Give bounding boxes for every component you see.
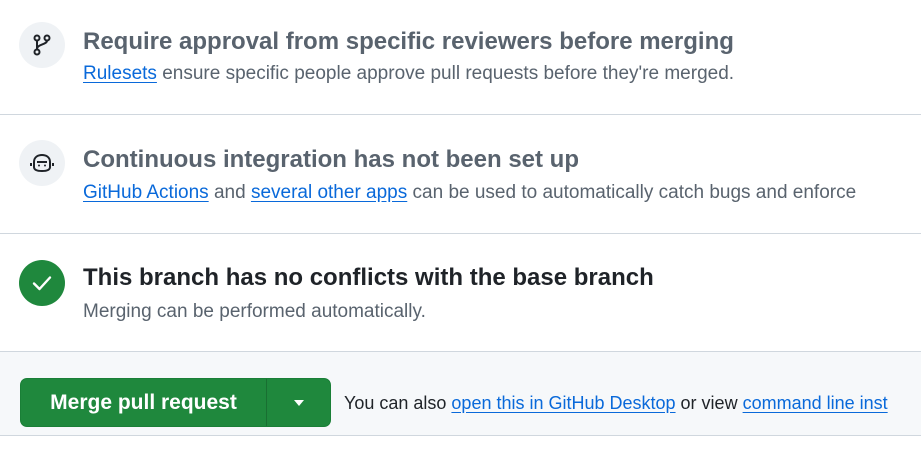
ci-description: GitHub Actions and several other apps ca… — [83, 181, 856, 205]
merge-pull-request-button[interactable]: Merge pull request — [21, 379, 266, 426]
ci-text: can be used to automatically catch bugs … — [407, 182, 857, 203]
rulesets-link[interactable]: Rulesets — [83, 63, 157, 84]
check-icon — [19, 260, 65, 306]
conflicts-description: Merging can be performed automatically. — [83, 301, 426, 322]
reviewers-section: Require approval from specific reviewers… — [0, 0, 921, 115]
merge-note: You can also open this in GitHub Desktop… — [344, 391, 888, 415]
github-actions-link[interactable]: GitHub Actions — [83, 182, 209, 203]
reviewers-title: Require approval from specific reviewers… — [83, 28, 734, 55]
reviewers-description: Rulesets ensure specific people approve … — [83, 62, 734, 86]
merge-button-group: Merge pull request — [20, 378, 331, 427]
merge-options-dropdown-button[interactable] — [266, 379, 330, 426]
github-desktop-link[interactable]: open this in GitHub Desktop — [451, 393, 675, 413]
command-line-link[interactable]: command line inst — [743, 393, 888, 413]
ci-and-text: and — [208, 182, 251, 203]
other-apps-link[interactable]: several other apps — [251, 182, 407, 203]
conflicts-section: This branch has no conflicts with the ba… — [0, 234, 921, 352]
conflicts-title: This branch has no conflicts with the ba… — [83, 264, 654, 291]
reviewers-text: ensure specific people approve pull requ… — [156, 63, 735, 84]
robot-icon — [19, 140, 65, 186]
merge-note-mid: or view — [675, 393, 743, 413]
merge-note-prefix: You can also — [344, 393, 452, 413]
ci-section: Continuous integration has not been set … — [0, 115, 921, 234]
ci-title: Continuous integration has not been set … — [83, 146, 579, 173]
merge-section: Merge pull request You can also open thi… — [0, 352, 921, 436]
triangle-down-icon — [293, 399, 304, 406]
git-branch-icon — [19, 22, 65, 68]
